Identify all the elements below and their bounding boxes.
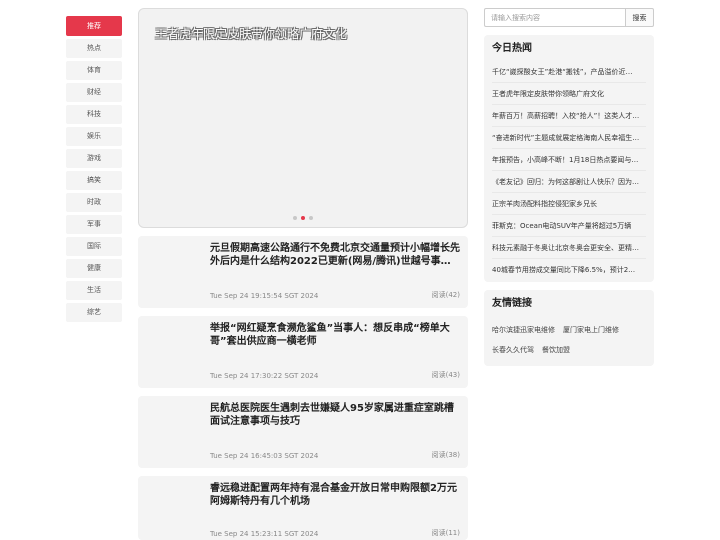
nav-item-military[interactable]: 军事 — [66, 215, 122, 234]
friend-links-panel: 友情链接 哈尔滨捷迅家电维修 厦门家电上门维修 长春久久代驾 餐饮加盟 — [484, 290, 654, 366]
nav-item-international[interactable]: 国际 — [66, 237, 122, 256]
hot-news-item[interactable]: 正宗羊肉汤配料指控侵犯家乡兄长 — [492, 193, 646, 215]
friend-links-title: 友情链接 — [492, 298, 532, 309]
article-thumbnail[interactable] — [146, 402, 204, 460]
links-row: 长春久久代驾 餐饮加盟 — [484, 340, 654, 360]
article-thumbnail[interactable] — [146, 242, 204, 300]
nav-item-health[interactable]: 健康 — [66, 259, 122, 278]
nav-item-hot[interactable]: 热点 — [66, 39, 122, 58]
nav-item-variety[interactable]: 综艺 — [66, 303, 122, 322]
nav-item-politics[interactable]: 时政 — [66, 193, 122, 212]
hot-news-item[interactable]: 年薪百万！高薪招聘！入校“抢人”！这类人才… — [492, 105, 646, 127]
hot-news-item[interactable]: “奋进新时代”主题成就展定格海南人民幸福生… — [492, 127, 646, 149]
article-read-count: 阅读(42) — [431, 291, 460, 299]
nav-item-entertainment[interactable]: 娱乐 — [66, 127, 122, 146]
hot-news-item[interactable]: 《老友记》回归：为何这部剧让人快乐？因为… — [492, 171, 646, 193]
article-read-count: 阅读(43) — [431, 371, 460, 379]
hot-news-item[interactable]: 王者虎年限定皮肤带你领略广府文化 — [492, 83, 646, 105]
hot-news-item[interactable]: 菲斯克：Ocean电动SUV年产量将超过5万辆 — [492, 215, 646, 237]
carousel-dots — [293, 216, 313, 220]
search-input[interactable] — [484, 8, 625, 27]
search-bar: 搜索 — [484, 8, 654, 27]
article-card[interactable]: 睿远稳进配置两年持有混合基金开放日常申购限额2万元阿姆斯特丹有几个机场 Tue … — [138, 476, 468, 540]
article-title[interactable]: 民航总医院医生遇刺去世嫌疑人95岁家属进重症室跳槽面试注意事项与技巧 — [210, 402, 462, 428]
article-card[interactable]: 元旦假期高速公路通行不免费北京交通量预计小幅增长先外后内是什么结构2022已更新… — [138, 236, 468, 308]
friend-link[interactable]: 餐饮加盟 — [542, 340, 570, 360]
nav-item-tech[interactable]: 科技 — [66, 105, 122, 124]
carousel-dot-3[interactable] — [309, 216, 313, 220]
friend-link[interactable]: 长春久久代驾 — [492, 340, 534, 360]
hot-news-item[interactable]: 科技元素融于冬奥让北京冬奥会更安全、更精… — [492, 237, 646, 259]
article-thumbnail[interactable] — [146, 482, 204, 540]
article-title[interactable]: 元旦假期高速公路通行不免费北京交通量预计小幅增长先外后内是什么结构2022已更新… — [210, 242, 462, 268]
article-date: Tue Sep 24 17:30:22 SGT 2024 — [210, 372, 319, 380]
links-row: 哈尔滨捷迅家电维修 厦门家电上门维修 — [484, 320, 654, 340]
hot-news-item[interactable]: 年报预告，小高峰不断！1月18日热点要闻与… — [492, 149, 646, 171]
article-date: Tue Sep 24 16:45:03 SGT 2024 — [210, 452, 319, 460]
article-card[interactable]: 民航总医院医生遇刺去世嫌疑人95岁家属进重症室跳槽面试注意事项与技巧 Tue S… — [138, 396, 468, 468]
nav-item-sports[interactable]: 体育 — [66, 61, 122, 80]
article-thumbnail[interactable] — [146, 322, 204, 380]
nav-item-recommend[interactable]: 推荐 — [66, 16, 122, 36]
banner-carousel[interactable]: 王者虎年限定皮肤带你领略广府文化 — [138, 8, 468, 228]
article-title[interactable]: 举报“网红疑烹食濒危鲨鱼”当事人：想反串成“榜单大哥”套出供应商一横老师 — [210, 322, 462, 348]
article-title[interactable]: 睿远稳进配置两年持有混合基金开放日常申购限额2万元阿姆斯特丹有几个机场 — [210, 482, 462, 508]
hot-news-title: 今日热闻 — [492, 43, 532, 54]
hot-news-item[interactable]: 千亿“崴探酸女王”赴港“搬钱”，产品溢价近… — [492, 61, 646, 83]
nav-item-life[interactable]: 生活 — [66, 281, 122, 300]
carousel-dot-1[interactable] — [293, 216, 297, 220]
article-card[interactable]: 举报“网红疑烹食濒危鲨鱼”当事人：想反串成“榜单大哥”套出供应商一横老师 Tue… — [138, 316, 468, 388]
category-nav: 推荐 热点 体育 财经 科技 娱乐 游戏 搞笑 时政 军事 国际 健康 生活 综… — [66, 16, 122, 325]
friend-link[interactable]: 厦门家电上门维修 — [563, 320, 619, 340]
friend-link[interactable]: 哈尔滨捷迅家电维修 — [492, 320, 555, 340]
article-read-count: 阅读(11) — [431, 529, 460, 537]
hot-news-panel: 今日热闻 千亿“崴探酸女王”赴港“搬钱”，产品溢价近… 王者虎年限定皮肤带你领略… — [484, 35, 654, 282]
nav-item-funny[interactable]: 搞笑 — [66, 171, 122, 190]
nav-item-games[interactable]: 游戏 — [66, 149, 122, 168]
search-button[interactable]: 搜索 — [625, 8, 654, 27]
article-read-count: 阅读(38) — [431, 451, 460, 459]
article-date: Tue Sep 24 19:15:54 SGT 2024 — [210, 292, 319, 300]
nav-item-finance[interactable]: 财经 — [66, 83, 122, 102]
hot-news-item[interactable]: 40城春节用捞成交量同比下降6.5%，预计2… — [492, 259, 646, 281]
carousel-dot-2[interactable] — [301, 216, 305, 220]
carousel-caption[interactable]: 王者虎年限定皮肤带你领略广府文化 — [155, 25, 347, 42]
article-date: Tue Sep 24 15:23:11 SGT 2024 — [210, 530, 319, 538]
